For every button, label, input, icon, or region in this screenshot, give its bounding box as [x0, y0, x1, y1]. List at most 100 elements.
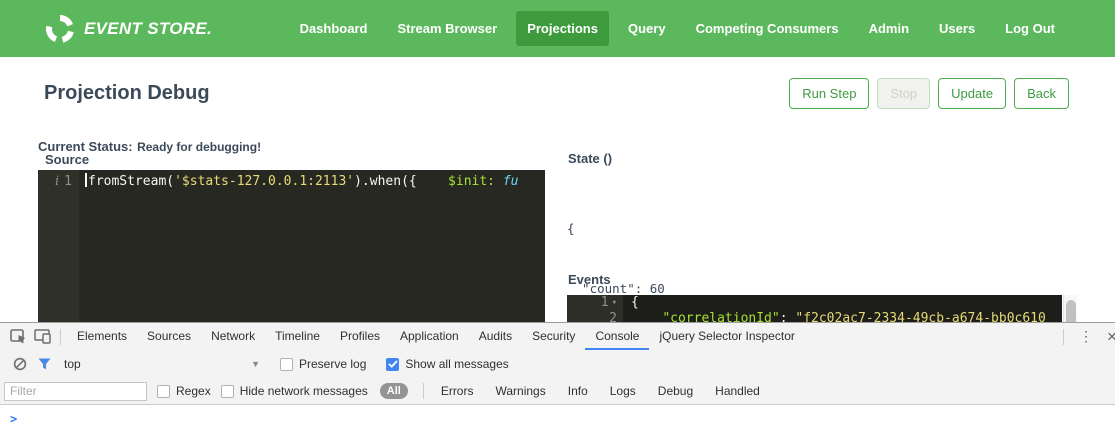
checkbox-unchecked: [221, 385, 234, 398]
tab-jquery-selector-inspector[interactable]: jQuery Selector Inspector: [649, 323, 804, 350]
tab-timeline[interactable]: Timeline: [265, 323, 330, 350]
device-toolbar-icon[interactable]: [30, 325, 54, 349]
kebab-menu-icon[interactable]: ⋮: [1070, 328, 1102, 345]
show-all-messages-checkbox[interactable]: Show all messages: [386, 357, 508, 371]
tab-console[interactable]: Console: [585, 323, 649, 350]
tab-sources[interactable]: Sources: [137, 323, 201, 350]
nav-item-dashboard[interactable]: Dashboard: [289, 11, 379, 46]
close-icon[interactable]: ×: [1102, 327, 1115, 347]
state-panel-label: State (): [568, 151, 612, 166]
devtools-tabbar: Elements Sources Network Timeline Profil…: [0, 323, 1115, 350]
tab-audits[interactable]: Audits: [469, 323, 522, 350]
tab-elements[interactable]: Elements: [67, 323, 137, 350]
brand-name: EVENT STORE.: [84, 19, 212, 39]
update-button[interactable]: Update: [938, 78, 1006, 109]
code-token-key: "correlationId": [662, 311, 779, 322]
filter-input[interactable]: [4, 382, 147, 401]
nav-item-users[interactable]: Users: [928, 11, 986, 46]
code-token: ).when({: [354, 174, 417, 189]
events-code-line: "correlationId": "f2c02ac7-2334-49cb-a67…: [623, 311, 1046, 322]
hide-network-messages-label: Hide network messages: [240, 384, 368, 398]
tab-profiles[interactable]: Profiles: [330, 323, 390, 350]
tab-security[interactable]: Security: [522, 323, 585, 350]
events-scrollbar[interactable]: [1063, 295, 1077, 322]
execution-context-selector[interactable]: top ▼: [64, 357, 260, 371]
show-all-messages-label: Show all messages: [405, 357, 508, 371]
nav-item-stream-browser[interactable]: Stream Browser: [386, 11, 508, 46]
filter-all-badge[interactable]: All: [380, 383, 408, 399]
console-output: >: [0, 405, 1115, 436]
event-store-logo-icon: [45, 14, 75, 44]
main-nav: Dashboard Stream Browser Projections Que…: [285, 11, 1070, 46]
text-cursor: [85, 173, 87, 187]
console-prompt-chevron-icon: >: [10, 412, 17, 426]
source-code-line: fromStream('$stats-127.0.0.1:2113').when…: [79, 170, 519, 322]
events-line: 2 "correlationId": "f2c02ac7-2334-49cb-a…: [567, 311, 1062, 322]
code-token-keyword: $init:: [448, 174, 495, 189]
devtools-panel: Elements Sources Network Timeline Profil…: [0, 322, 1115, 436]
code-token-function: fu: [503, 174, 519, 189]
brand[interactable]: EVENT STORE.: [45, 14, 212, 44]
events-gutter: 1▾: [567, 295, 623, 311]
code-token-gap: [495, 174, 503, 189]
events-line: 1▾ {: [567, 295, 1062, 311]
code-token-gap: [631, 311, 662, 322]
inspect-element-icon[interactable]: [6, 325, 30, 349]
checkbox-checked: [386, 358, 399, 371]
console-filter-bar: Regex Hide network messages All Errors W…: [0, 378, 1115, 405]
events-line-number: 1: [601, 295, 609, 311]
tab-application[interactable]: Application: [390, 323, 469, 350]
regex-checkbox[interactable]: Regex: [157, 384, 211, 398]
divider: [423, 383, 424, 399]
level-warnings[interactable]: Warnings: [484, 384, 556, 398]
regex-label: Regex: [176, 384, 211, 398]
devtools-window-controls: ⋮ ×: [1057, 323, 1115, 350]
level-logs[interactable]: Logs: [599, 384, 647, 398]
nav-item-query[interactable]: Query: [617, 11, 677, 46]
stop-button[interactable]: Stop: [877, 78, 930, 109]
divider: [1063, 329, 1064, 345]
level-errors[interactable]: Errors: [430, 384, 485, 398]
events-gutter: 2: [567, 311, 623, 322]
source-line-number: 1: [64, 172, 72, 322]
checkbox-unchecked: [280, 358, 293, 371]
hide-network-messages-checkbox[interactable]: Hide network messages: [221, 384, 368, 398]
page-title: Projection Debug: [44, 82, 210, 105]
filter-icon[interactable]: [32, 352, 56, 376]
code-token: {: [623, 295, 639, 311]
preserve-log-checkbox[interactable]: Preserve log: [280, 357, 366, 371]
nav-item-projections[interactable]: Projections: [516, 11, 609, 46]
nav-item-competing-consumers[interactable]: Competing Consumers: [685, 11, 850, 46]
preserve-log-label: Preserve log: [299, 357, 366, 371]
divider: [60, 329, 61, 345]
status-value: Ready for debugging!: [137, 140, 261, 154]
fold-arrow-icon[interactable]: ▾: [612, 295, 617, 311]
code-token: fromStream(: [88, 174, 174, 189]
events-editor[interactable]: 1▾ { 2 "correlationId": "f2c02ac7-2334-4…: [567, 295, 1062, 322]
tab-network[interactable]: Network: [201, 323, 265, 350]
navbar: EVENT STORE. Dashboard Stream Browser Pr…: [0, 0, 1115, 57]
source-code-editor[interactable]: i 1 fromStream('$stats-127.0.0.1:2113').…: [38, 170, 545, 322]
code-token: :: [780, 311, 796, 322]
level-info[interactable]: Info: [557, 384, 599, 398]
chevron-down-icon: ▼: [251, 359, 260, 369]
header-buttons: Run Step Stop Update Back: [789, 78, 1069, 109]
level-debug[interactable]: Debug: [647, 384, 704, 398]
events-panel-label: Events: [568, 272, 611, 287]
info-annotation-icon: i: [55, 172, 59, 322]
code-token-string: "f2c02ac7-2334-49cb-a674-bb0c610: [795, 311, 1045, 322]
console-input-row[interactable]: >: [0, 405, 1115, 426]
level-handled[interactable]: Handled: [704, 384, 771, 398]
events-line-number: 2: [609, 311, 617, 322]
clear-console-icon[interactable]: [8, 352, 32, 376]
source-gutter: i 1: [38, 170, 79, 322]
code-token-gap: [417, 174, 448, 189]
nav-item-log-out[interactable]: Log Out: [994, 11, 1066, 46]
console-toolbar: top ▼ Preserve log Show all messages: [0, 350, 1115, 378]
back-button[interactable]: Back: [1014, 78, 1069, 109]
state-json-line: {: [567, 219, 665, 239]
scrollbar-thumb[interactable]: [1066, 300, 1076, 322]
checkbox-unchecked: [157, 385, 170, 398]
run-step-button[interactable]: Run Step: [789, 78, 869, 109]
nav-item-admin[interactable]: Admin: [858, 11, 920, 46]
